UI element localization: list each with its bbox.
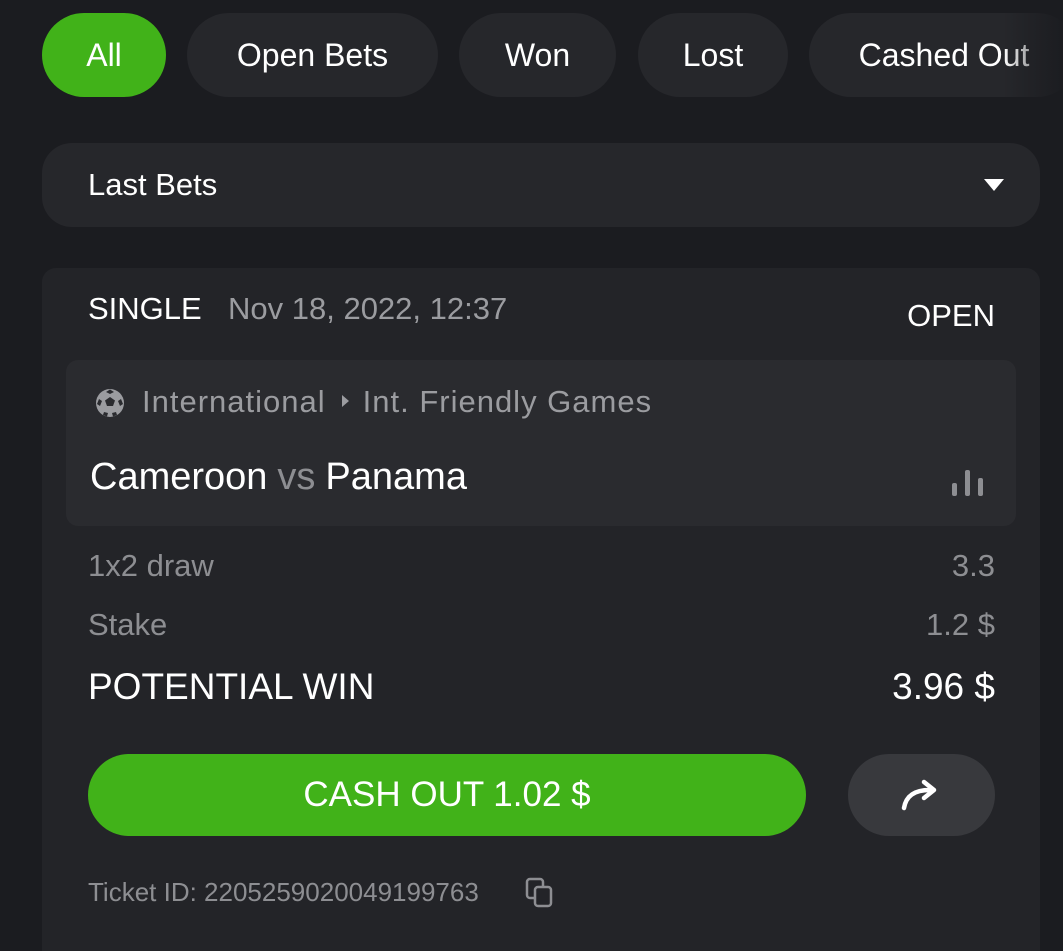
filter-tabs: All Open Bets Won Lost Cashed Out	[42, 13, 1063, 97]
breadcrumb-separator-icon	[341, 394, 349, 407]
share-button[interactable]	[848, 754, 995, 836]
tabs-scroll-fade	[1003, 13, 1063, 97]
bet-status-badge: OPEN	[907, 298, 995, 333]
home-team: Cameroon	[90, 456, 268, 498]
away-team: Panama	[325, 456, 467, 498]
stats-bars-icon[interactable]	[952, 470, 984, 496]
bet-type: SINGLE	[88, 291, 202, 326]
tab-all[interactable]: All	[42, 13, 166, 97]
share-arrow-icon	[901, 779, 937, 811]
period-dropdown-value: Last Bets	[88, 167, 218, 202]
selection-label: 1x2 draw	[88, 548, 214, 583]
copy-icon[interactable]	[525, 877, 555, 909]
tab-open-bets[interactable]: Open Bets	[187, 13, 438, 97]
tab-won[interactable]: Won	[459, 13, 616, 97]
event-league: Int. Friendly Games	[362, 384, 653, 419]
vs-label: vs	[277, 456, 316, 498]
potential-win-label: POTENTIAL WIN	[88, 666, 375, 707]
period-dropdown[interactable]: Last Bets	[42, 143, 1040, 227]
stake-label: Stake	[88, 607, 168, 642]
soccer-ball-icon	[96, 389, 124, 417]
bet-card: SINGLE Nov 18, 2022, 12:37 OPEN Internat…	[42, 268, 1040, 951]
ticket-id: Ticket ID: 2205259020049199763	[88, 877, 479, 907]
selection-odds: 3.3	[951, 548, 995, 583]
match-title: Cameroon vs Panama	[90, 456, 467, 499]
league-breadcrumb: International Int. Friendly Games	[142, 384, 652, 420]
tab-lost[interactable]: Lost	[638, 13, 788, 97]
bet-history-page: All Open Bets Won Lost Cashed Out Last B…	[0, 0, 1063, 951]
stake-value: 1.2 $	[926, 607, 995, 642]
event-box[interactable]: International Int. Friendly Games Cameroo…	[66, 360, 1016, 526]
cash-out-button[interactable]: CASH OUT 1.02 $	[88, 754, 806, 836]
bet-datetime: Nov 18, 2022, 12:37	[228, 291, 508, 326]
event-category: International	[142, 384, 326, 419]
potential-win-value: 3.96 $	[892, 666, 995, 707]
caret-down-icon	[984, 179, 1004, 191]
